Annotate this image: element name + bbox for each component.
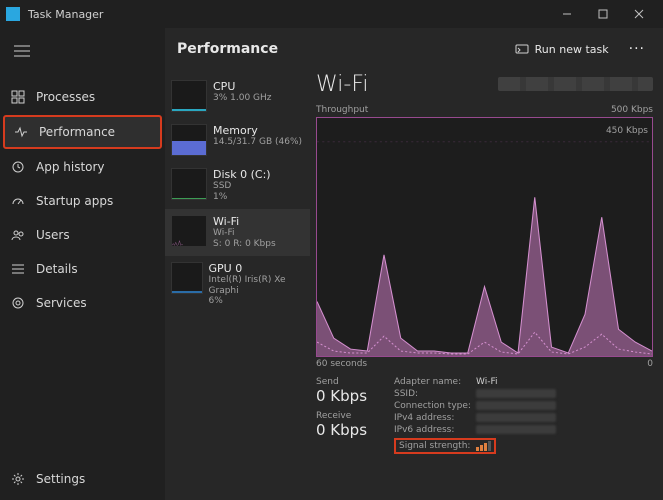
history-icon bbox=[10, 159, 26, 175]
perf-name: Memory bbox=[213, 124, 302, 137]
list-icon bbox=[10, 261, 26, 277]
page-title: Performance bbox=[177, 41, 278, 57]
run-new-task-button[interactable]: Run new task bbox=[509, 39, 615, 60]
ipv6-value-blur bbox=[476, 425, 556, 434]
nav-details[interactable]: Details bbox=[0, 252, 165, 286]
run-icon bbox=[515, 43, 529, 55]
more-button[interactable]: ··· bbox=[623, 37, 651, 61]
perf-name: Disk 0 (C:) bbox=[213, 168, 271, 181]
perf-sub: 3% 1.00 GHz bbox=[213, 93, 272, 104]
x-left-label: 60 seconds bbox=[316, 359, 367, 369]
signal-label: Signal strength: bbox=[399, 441, 470, 451]
nav-label: Services bbox=[36, 296, 87, 310]
perf-sub: Intel(R) Iris(R) Xe Graphi bbox=[209, 275, 304, 297]
run-task-label: Run new task bbox=[535, 43, 609, 56]
perf-sub: 14.5/31.7 GB (46%) bbox=[213, 137, 302, 148]
adapter-name-value: Wi-Fi bbox=[476, 377, 653, 387]
perf-sub: Wi-Fi bbox=[213, 228, 276, 239]
perf-name: CPU bbox=[213, 80, 272, 93]
connection-info: Adapter name: Wi-Fi SSID: Connection typ… bbox=[394, 377, 653, 454]
receive-value: 0 Kbps bbox=[316, 421, 384, 439]
maximize-button[interactable] bbox=[585, 0, 621, 28]
nav-label: Details bbox=[36, 262, 78, 276]
gauge-icon bbox=[10, 193, 26, 209]
detail-title: Wi-Fi bbox=[316, 72, 369, 97]
perf-sub: 1% bbox=[213, 192, 271, 203]
adapter-name-blur bbox=[498, 77, 653, 91]
perf-sub: S: 0 R: 0 Kbps bbox=[213, 239, 276, 250]
nav-users[interactable]: Users bbox=[0, 218, 165, 252]
conn-type-label: Connection type: bbox=[394, 401, 476, 411]
perf-item-memory[interactable]: Memory 14.5/31.7 GB (46%) bbox=[165, 118, 310, 162]
x-right-label: 0 bbox=[647, 359, 653, 369]
content-header: Performance Run new task ··· bbox=[165, 28, 663, 70]
services-icon bbox=[10, 295, 26, 311]
signal-strength-row: Signal strength: bbox=[394, 438, 496, 454]
nav-app-history[interactable]: App history bbox=[0, 150, 165, 184]
ssid-value-blur bbox=[476, 389, 556, 398]
receive-label: Receive bbox=[316, 411, 384, 421]
perf-item-cpu[interactable]: CPU 3% 1.00 GHz bbox=[165, 74, 310, 118]
gpu-thumb bbox=[171, 262, 203, 294]
ipv4-value-blur bbox=[476, 413, 556, 422]
minimize-button[interactable] bbox=[549, 0, 585, 28]
perf-name: Wi-Fi bbox=[213, 215, 276, 228]
ipv4-label: IPv4 address: bbox=[394, 413, 476, 423]
grid-icon bbox=[10, 89, 26, 105]
throughput-chart: 450 Kbps bbox=[316, 117, 653, 357]
titlebar: Task Manager bbox=[0, 0, 663, 28]
app-icon bbox=[6, 7, 20, 21]
nav-label: App history bbox=[36, 160, 105, 174]
detail-panel: Wi-Fi Throughput 500 Kbps 450 Kbps bbox=[310, 70, 663, 500]
perf-sub: SSD bbox=[213, 181, 271, 192]
close-button[interactable] bbox=[621, 0, 657, 28]
nav-label: Settings bbox=[36, 472, 85, 486]
nav-label: Users bbox=[36, 228, 70, 242]
send-value: 0 Kbps bbox=[316, 387, 384, 405]
signal-bars-icon bbox=[476, 441, 491, 451]
nav-label: Startup apps bbox=[36, 194, 113, 208]
ipv6-label: IPv6 address: bbox=[394, 425, 476, 435]
gear-icon bbox=[10, 471, 26, 487]
cpu-thumb bbox=[171, 80, 207, 112]
disk-thumb bbox=[171, 168, 207, 200]
nav-label: Processes bbox=[36, 90, 95, 104]
nav-processes[interactable]: Processes bbox=[0, 80, 165, 114]
ssid-label: SSID: bbox=[394, 389, 476, 399]
nav-performance[interactable]: Performance bbox=[3, 115, 162, 149]
content: Performance Run new task ··· CPU 3% 1.00… bbox=[165, 28, 663, 500]
nav-services[interactable]: Services bbox=[0, 286, 165, 320]
conn-type-value-blur bbox=[476, 401, 556, 410]
performance-list: CPU 3% 1.00 GHz Memory 14.5/31.7 GB (46%… bbox=[165, 70, 310, 500]
perf-name: GPU 0 bbox=[209, 262, 304, 275]
nav-label: Performance bbox=[39, 125, 115, 139]
window-title: Task Manager bbox=[28, 8, 103, 21]
y-max-label: 500 Kbps bbox=[611, 105, 653, 115]
sidebar: Processes Performance App history Startu… bbox=[0, 28, 165, 500]
memory-thumb bbox=[171, 124, 207, 156]
hamburger-button[interactable] bbox=[4, 36, 40, 66]
users-icon bbox=[10, 227, 26, 243]
wifi-thumb bbox=[171, 215, 207, 247]
throughput-label: Throughput bbox=[316, 105, 368, 115]
adapter-name-label: Adapter name: bbox=[394, 377, 476, 387]
pulse-icon bbox=[13, 124, 29, 140]
send-label: Send bbox=[316, 377, 384, 387]
nav-startup-apps[interactable]: Startup apps bbox=[0, 184, 165, 218]
perf-item-disk[interactable]: Disk 0 (C:) SSD 1% bbox=[165, 162, 310, 209]
perf-item-gpu[interactable]: GPU 0 Intel(R) Iris(R) Xe Graphi 6% bbox=[165, 256, 310, 314]
perf-item-wifi[interactable]: Wi-Fi Wi-Fi S: 0 R: 0 Kbps bbox=[165, 209, 310, 256]
nav-settings[interactable]: Settings bbox=[0, 462, 165, 496]
perf-sub: 6% bbox=[209, 296, 304, 307]
